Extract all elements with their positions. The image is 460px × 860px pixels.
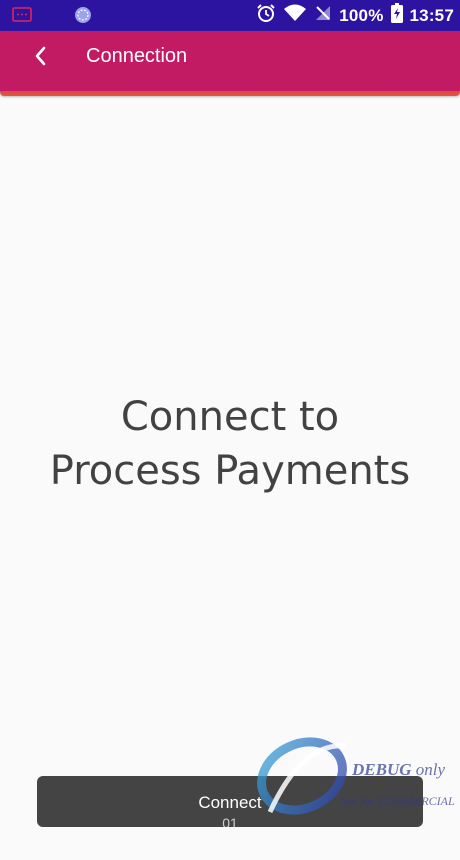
alarm-icon [256, 3, 276, 28]
battery-percentage: 100% [339, 5, 384, 25]
connect-button[interactable]: Connect 01 [37, 776, 423, 827]
message-icon [12, 7, 32, 28]
back-arrow-icon [33, 45, 47, 72]
connect-button-sub-label: 01 [222, 815, 238, 827]
sync-icon [74, 6, 92, 29]
status-clock: 13:57 [409, 5, 454, 25]
battery-charging-icon [390, 3, 403, 28]
back-button[interactable] [22, 44, 58, 72]
wifi-icon [283, 4, 307, 27]
status-bar: 100% 13:57 [0, 0, 460, 31]
page-title: Connection [86, 45, 188, 67]
headline-line-1: Connect to [120, 394, 340, 440]
connect-headline: Connect to Process Payments [0, 390, 460, 498]
app-bar [0, 31, 460, 91]
connect-button-label: Connect [198, 793, 262, 812]
headline-line-2: Process Payments [49, 448, 411, 494]
no-signal-icon [314, 4, 332, 27]
